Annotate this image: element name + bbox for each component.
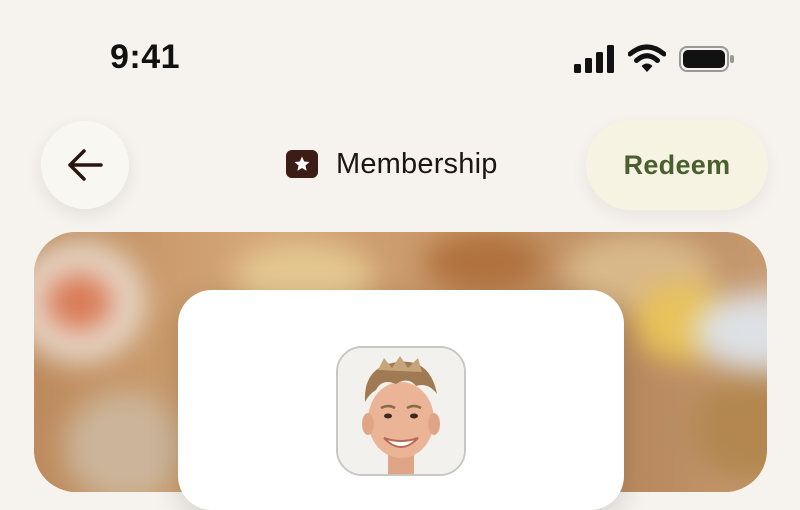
profile-photo — [338, 348, 464, 474]
page-title-text: Membership — [336, 147, 498, 180]
cellular-signal-icon — [574, 45, 614, 73]
avatar — [336, 346, 466, 476]
status-bar: 9:41 — [0, 0, 800, 110]
battery-icon — [679, 46, 734, 72]
back-button[interactable] — [41, 121, 129, 209]
page-title: Membership — [286, 146, 498, 182]
status-time: 9:41 — [110, 38, 181, 76]
star-badge-icon — [286, 150, 318, 178]
redeem-button[interactable]: Redeem — [586, 120, 768, 210]
wifi-icon — [628, 44, 666, 72]
arrow-left-icon — [68, 149, 103, 181]
